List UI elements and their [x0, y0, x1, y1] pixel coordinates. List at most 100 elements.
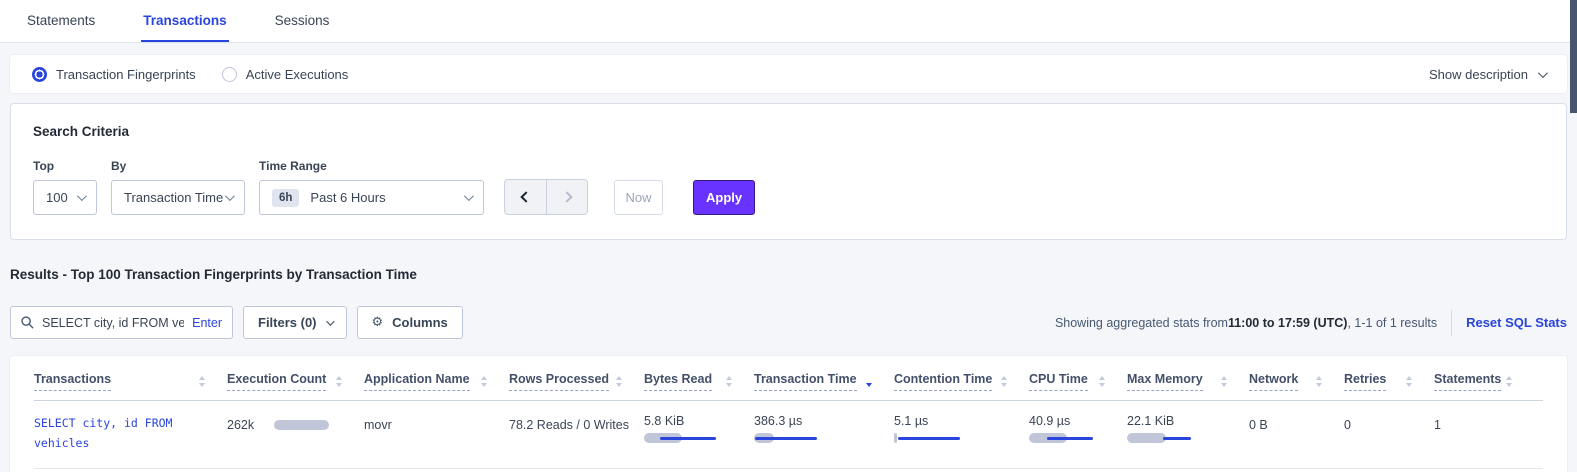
column-header-label: Contention Time	[894, 372, 992, 391]
sort-up-icon	[336, 376, 342, 380]
columns-button[interactable]: ⚙ Columns	[357, 306, 463, 339]
column-header-label: Rows Processed	[509, 372, 609, 391]
sort-icon[interactable]	[1506, 376, 1512, 387]
column-header-label: Transactions	[34, 372, 111, 391]
search-criteria-controls: Top 100 By Transaction Time Time Range 6…	[33, 159, 1544, 215]
chevron-right-icon	[561, 191, 572, 202]
column-header-statements[interactable]: Statements	[1434, 372, 1534, 391]
radio-label: Transaction Fingerprints	[56, 67, 196, 82]
column-header-label: Max Memory	[1127, 372, 1203, 391]
next-window-button[interactable]	[546, 180, 587, 214]
sort-icon[interactable]	[1316, 376, 1322, 387]
table-cell-max-memory: 22.1 KiB	[1127, 414, 1249, 443]
top-select-value: 100	[46, 190, 68, 205]
stats-suffix: , 1-1 of 1 results	[1347, 316, 1437, 330]
sort-icon[interactable]	[1001, 376, 1007, 387]
count-bar	[274, 420, 329, 430]
column-header-label: Retries	[1344, 372, 1386, 391]
column-header-bytes-read[interactable]: Bytes Read	[644, 372, 754, 391]
sort-icon[interactable]	[481, 376, 487, 387]
sort-icon[interactable]	[1221, 376, 1227, 387]
transaction-fingerprint-link[interactable]: SELECT city, id FROM vehicles	[34, 416, 172, 450]
cell-barchart	[894, 433, 1029, 443]
radio-active-executions[interactable]: Active Executions	[222, 67, 349, 82]
cell-value: 22.1 KiB	[1127, 414, 1249, 428]
sort-down-icon	[1099, 383, 1105, 387]
view-toggle-card: Transaction Fingerprints Active Executio…	[10, 55, 1567, 93]
column-header-contention-time[interactable]: Contention Time	[894, 372, 1029, 391]
column-header-max-memory[interactable]: Max Memory	[1127, 372, 1249, 391]
column-header-execution-count[interactable]: Execution Count	[227, 372, 364, 391]
by-select[interactable]: Transaction Time	[111, 180, 245, 215]
by-field: By Transaction Time	[111, 159, 245, 215]
filters-button[interactable]: Filters (0)	[243, 306, 347, 339]
bar-gray	[1127, 433, 1166, 443]
sort-icon[interactable]	[866, 376, 872, 387]
sort-down-icon	[1506, 383, 1512, 387]
cell-barchart	[1127, 433, 1249, 443]
column-header-label: CPU Time	[1029, 372, 1088, 391]
sql-search-input[interactable]	[42, 316, 184, 330]
sort-down-icon	[1406, 383, 1412, 387]
now-button[interactable]: Now	[614, 180, 663, 215]
time-window-stepper	[504, 179, 588, 215]
tab-transactions[interactable]: Transactions	[141, 0, 228, 42]
sort-down-icon	[481, 383, 487, 387]
table-cell-statements: 1	[1434, 414, 1534, 432]
tab-statements[interactable]: Statements	[25, 0, 97, 42]
sort-icon[interactable]	[1406, 376, 1412, 387]
column-header-network[interactable]: Network	[1249, 372, 1344, 391]
search-enter-hint[interactable]: Enter	[192, 316, 222, 330]
time-range-select[interactable]: 6h Past 6 Hours	[259, 180, 484, 215]
sql-search-box[interactable]: Enter	[10, 306, 233, 339]
cell-barchart	[754, 433, 894, 443]
search-icon	[21, 316, 34, 329]
column-header-label: Network	[1249, 372, 1298, 391]
sort-down-icon	[726, 383, 732, 387]
top-select[interactable]: 100	[33, 180, 97, 215]
sort-icon[interactable]	[336, 376, 342, 387]
sort-icon[interactable]	[1099, 376, 1105, 387]
column-header-rows-processed[interactable]: Rows Processed	[509, 372, 644, 391]
radio-transaction-fingerprints[interactable]: Transaction Fingerprints	[32, 67, 196, 82]
previous-window-button[interactable]	[505, 180, 546, 214]
gear-icon: ⚙	[372, 315, 384, 330]
chevron-down-icon	[225, 191, 235, 201]
show-description-label: Show description	[1429, 67, 1528, 82]
sort-icon[interactable]	[199, 376, 205, 387]
table-cell-cpu-time: 40.9 µs	[1029, 414, 1127, 443]
tab-sessions[interactable]: Sessions	[273, 0, 332, 42]
column-header-transactions[interactable]: Transactions	[34, 372, 227, 391]
reset-sql-stats-link[interactable]: Reset SQL Stats	[1466, 315, 1567, 330]
chevron-left-icon	[520, 191, 531, 202]
sort-icon[interactable]	[616, 376, 622, 387]
column-header-application-name[interactable]: Application Name	[364, 372, 509, 391]
column-header-label: Transaction Time	[754, 372, 857, 391]
bar-blue-line	[660, 437, 716, 440]
cell-barchart	[644, 433, 754, 443]
sort-down-icon	[199, 383, 205, 387]
sort-up-icon	[1001, 376, 1007, 380]
cell-value: 386.3 µs	[754, 414, 894, 428]
tab-bar: Statements Transactions Sessions	[0, 0, 1577, 43]
cell-value: 5.1 µs	[894, 414, 1029, 428]
stats-prefix: Showing aggregated stats from	[1055, 316, 1228, 330]
show-description-toggle[interactable]: Show description	[1429, 67, 1545, 82]
table-cell-transaction-time: 386.3 µs	[754, 414, 894, 443]
cell-value: 262k	[227, 418, 254, 432]
top-label: Top	[33, 159, 97, 173]
sort-down-icon	[866, 383, 872, 387]
sort-up-icon	[616, 376, 622, 380]
bar-blue-line	[898, 437, 960, 440]
column-header-cpu-time[interactable]: CPU Time	[1029, 372, 1127, 391]
table-cell-application-name: movr	[364, 414, 509, 432]
scrollbar-thumb[interactable]	[1570, 0, 1577, 113]
column-header-transaction-time[interactable]: Transaction Time	[754, 372, 894, 391]
sort-icon[interactable]	[726, 376, 732, 387]
column-header-label: Application Name	[364, 372, 470, 391]
top-field: Top 100	[33, 159, 97, 215]
apply-button[interactable]: Apply	[693, 180, 755, 215]
table-cell-rows-processed: 78.2 Reads / 0 Writes	[509, 414, 644, 432]
table-cell-transactions: SELECT city, id FROM vehicles	[34, 414, 227, 453]
column-header-retries[interactable]: Retries	[1344, 372, 1434, 391]
